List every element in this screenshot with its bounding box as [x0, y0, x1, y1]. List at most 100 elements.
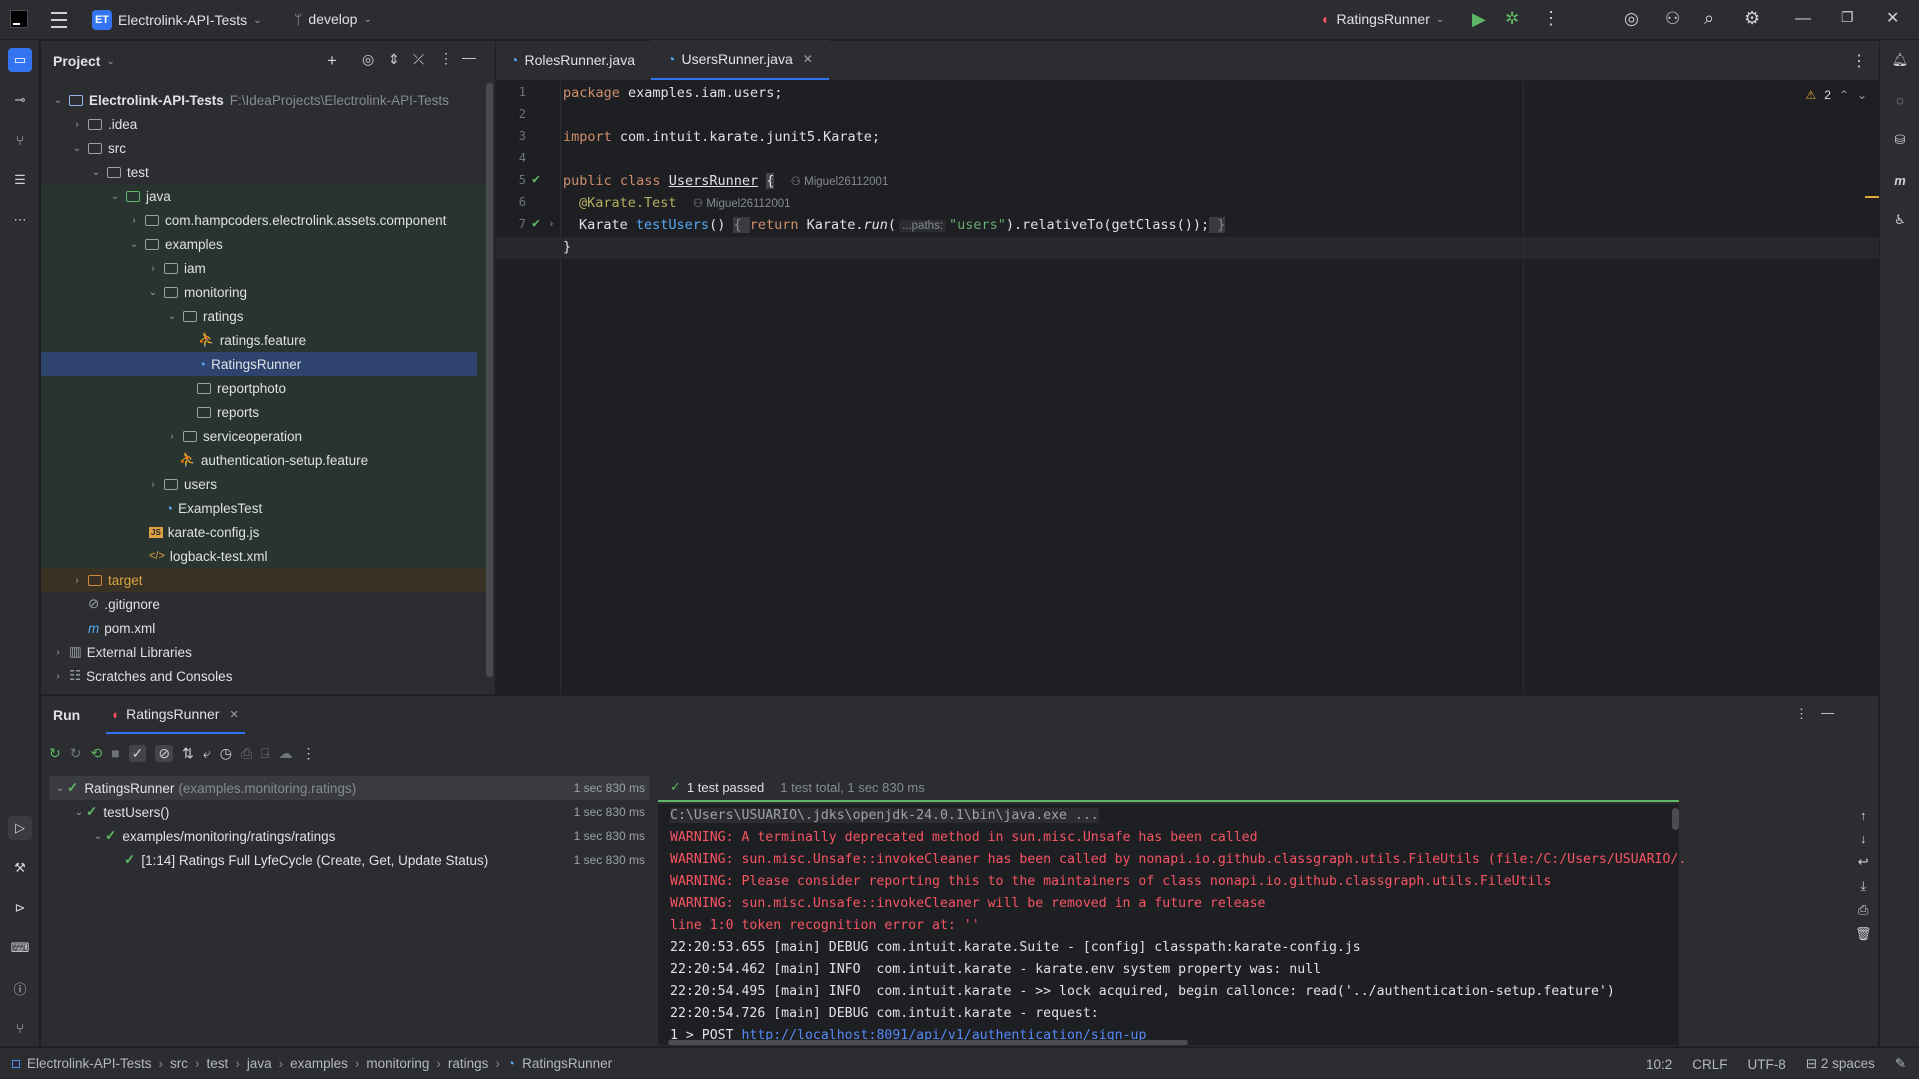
run-tool-icon[interactable]: ▷	[8, 816, 32, 840]
screenshot-icon[interactable]: ⎙	[241, 745, 252, 762]
rerun-failed-icon[interactable]: ↻	[70, 745, 82, 762]
trash-icon[interactable]: 🗑︎	[1855, 926, 1872, 942]
maven-icon[interactable]: m	[1888, 168, 1912, 192]
problems-icon[interactable]: ⓘ	[8, 976, 32, 1000]
ai-assistant-icon[interactable]: ◎	[1624, 9, 1639, 29]
chevron-right-icon[interactable]: ›	[146, 263, 160, 274]
breadcrumb-item[interactable]: java	[247, 1056, 272, 1071]
run-config-selector[interactable]: ◐ RatingsRunner ⌄	[1322, 11, 1444, 27]
tree-row-src[interactable]: ⌄ src	[41, 136, 487, 160]
line-separator[interactable]: CRLF	[1692, 1057, 1727, 1072]
folded-brace[interactable]: {	[733, 217, 750, 233]
code-with-me-icon[interactable]: ⚇	[1665, 9, 1680, 29]
rerun-icon[interactable]: ↻	[49, 745, 61, 762]
chevron-down-icon[interactable]: ⌄	[91, 831, 105, 842]
chevron-up-icon[interactable]: ⌃	[1839, 88, 1849, 102]
caret-position[interactable]: 10:2	[1646, 1057, 1672, 1072]
tree-row-gitignore[interactable]: ⊘ .gitignore	[41, 592, 487, 616]
chevron-down-icon[interactable]: ⌄	[165, 311, 179, 322]
indent-widget[interactable]: ⊟ 2 spaces	[1806, 1056, 1875, 1072]
expand-all-icon[interactable]: ⇕	[388, 51, 400, 68]
tree-row-external-libraries[interactable]: › ▥ External Libraries	[41, 640, 487, 664]
tree-row-monitoring[interactable]: ⌄ monitoring	[41, 280, 487, 304]
tree-row-idea[interactable]: › .idea	[41, 112, 487, 136]
chevron-down-icon[interactable]: ⌄	[72, 807, 86, 818]
tab-usersrunner[interactable]: ◔ UsersRunner.java ✕	[650, 40, 829, 80]
breadcrumb-item[interactable]: examples	[290, 1056, 348, 1071]
chevron-down-icon[interactable]: ⌄	[146, 287, 160, 298]
collapse-all-icon[interactable]: ⤫	[413, 51, 424, 68]
ai-chat-icon[interactable]: ◌	[1888, 88, 1912, 112]
services-icon[interactable]: ⊳	[8, 896, 32, 920]
chevron-right-icon[interactable]: ›	[127, 215, 141, 226]
pull-requests-icon[interactable]: ⑂	[8, 128, 32, 152]
project-folder-icon[interactable]: ▭	[8, 48, 32, 72]
console-v-scrollbar[interactable]	[1672, 808, 1679, 830]
tree-row-pom[interactable]: m pom.xml	[41, 616, 487, 640]
tree-row-karate-config[interactable]: JS karate-config.js	[41, 520, 487, 544]
chevron-down-icon[interactable]: ⌄	[108, 191, 122, 202]
minimize-icon[interactable]: —	[1795, 10, 1811, 28]
tree-row-users[interactable]: › users	[41, 472, 487, 496]
add-icon[interactable]: +	[327, 51, 337, 71]
tree-row-ratings-feature[interactable]: ⛹ ratings.feature	[41, 328, 487, 352]
more-actions-icon[interactable]: ⋮	[302, 745, 316, 762]
project-switcher[interactable]: ET Electrolink-API-Tests ⌄	[92, 10, 262, 30]
test-row-scenario[interactable]: ✓ [1:14] Ratings Full LyfeCycle (Create,…	[49, 848, 649, 872]
chevron-right-icon[interactable]: ›	[146, 479, 160, 490]
breadcrumb-item[interactable]: test	[207, 1056, 229, 1071]
build-icon[interactable]: ⚒	[8, 856, 32, 880]
tree-row-java[interactable]: ⌄ java	[41, 184, 487, 208]
tree-row-scratches[interactable]: › ☷ Scratches and Consoles	[41, 664, 487, 688]
breadcrumb-item[interactable]: Electrolink-API-Tests	[27, 1056, 152, 1071]
stop-icon[interactable]: ■	[111, 745, 119, 761]
project-panel-title[interactable]: Project	[53, 53, 100, 69]
breadcrumb-item[interactable]: src	[170, 1056, 188, 1071]
sort-icon[interactable]: ⇅	[182, 745, 194, 762]
chevron-down-icon[interactable]: ⌄	[106, 56, 114, 67]
chevron-down-icon[interactable]: ⌄	[51, 95, 65, 106]
chevron-right-icon[interactable]: ›	[70, 575, 84, 586]
inspection-widget[interactable]: ⚠ 2 ⌃ ⌄	[1805, 88, 1867, 102]
test-row-method[interactable]: ⌄ ✓ testUsers() 1 sec 830 ms	[49, 800, 649, 824]
close-tab-icon[interactable]: ✕	[803, 52, 813, 66]
close-icon[interactable]: ✕	[1886, 8, 1899, 28]
tree-row-auth-feature[interactable]: ⛹ authentication-setup.feature	[41, 448, 487, 472]
run-panel-title[interactable]: Run	[53, 707, 80, 723]
chevron-down-icon[interactable]: ⌄	[70, 143, 84, 154]
console-output[interactable]: C:\Users\USUARIO\.jdks\openjdk-24.0.1\bi…	[658, 804, 1686, 1045]
soft-wrap-icon[interactable]: ↩	[1858, 854, 1869, 870]
tree-row-reports[interactable]: reports	[41, 400, 487, 424]
print-icon[interactable]: ⎙	[1858, 902, 1868, 918]
more-actions-icon[interactable]: ⋮	[1542, 8, 1560, 29]
locate-icon[interactable]: ◎	[362, 51, 374, 68]
file-encoding[interactable]: UTF-8	[1748, 1057, 1786, 1072]
commit-icon[interactable]: ⊸	[8, 88, 32, 112]
main-menu-icon[interactable]	[50, 12, 68, 28]
notifications-bell-icon[interactable]: 🔔︎	[1888, 48, 1912, 72]
search-icon[interactable]: ⌕	[1704, 8, 1714, 29]
tab-rolesrunner[interactable]: ◔ RolesRunner.java	[496, 40, 651, 80]
breadcrumb-item[interactable]: ratings	[448, 1056, 489, 1071]
code-area[interactable]: package examples.iam.users; import com.i…	[496, 81, 1796, 694]
chevron-down-icon[interactable]: ⌄	[127, 239, 141, 250]
database-icon[interactable]: ⛁	[1888, 128, 1912, 152]
test-row-root[interactable]: ⌄ ✓ RatingsRunner (examples.monitoring.r…	[49, 776, 649, 800]
tree-row-ratings[interactable]: ⌄ ratings	[41, 304, 487, 328]
test-row-feature[interactable]: ⌄ ✓ examples/monitoring/ratings/ratings …	[49, 824, 649, 848]
hide-panel-icon[interactable]: —	[462, 49, 476, 65]
hide-panel-icon[interactable]: —	[1821, 705, 1834, 720]
coverage-icon[interactable]: ☁	[279, 745, 293, 762]
warning-stripe-marker[interactable]	[1865, 196, 1879, 198]
console-h-scrollbar[interactable]	[668, 1040, 1188, 1045]
tree-row-target[interactable]: › target	[41, 568, 487, 592]
history-icon[interactable]: ◷	[220, 745, 232, 762]
show-passed-icon[interactable]: ✓	[128, 744, 147, 762]
debug-icon[interactable]: ✲	[1505, 9, 1519, 29]
tree-row-test[interactable]: ⌄ test	[41, 160, 487, 184]
tree-row-reportphoto[interactable]: reportphoto	[41, 376, 487, 400]
tree-row-examplestest[interactable]: ◔ ExamplesTest	[41, 496, 487, 520]
chevron-down-icon[interactable]: ⌄	[53, 783, 67, 794]
git-icon[interactable]: ⑂	[8, 1016, 32, 1040]
project-scrollbar[interactable]	[486, 83, 493, 677]
